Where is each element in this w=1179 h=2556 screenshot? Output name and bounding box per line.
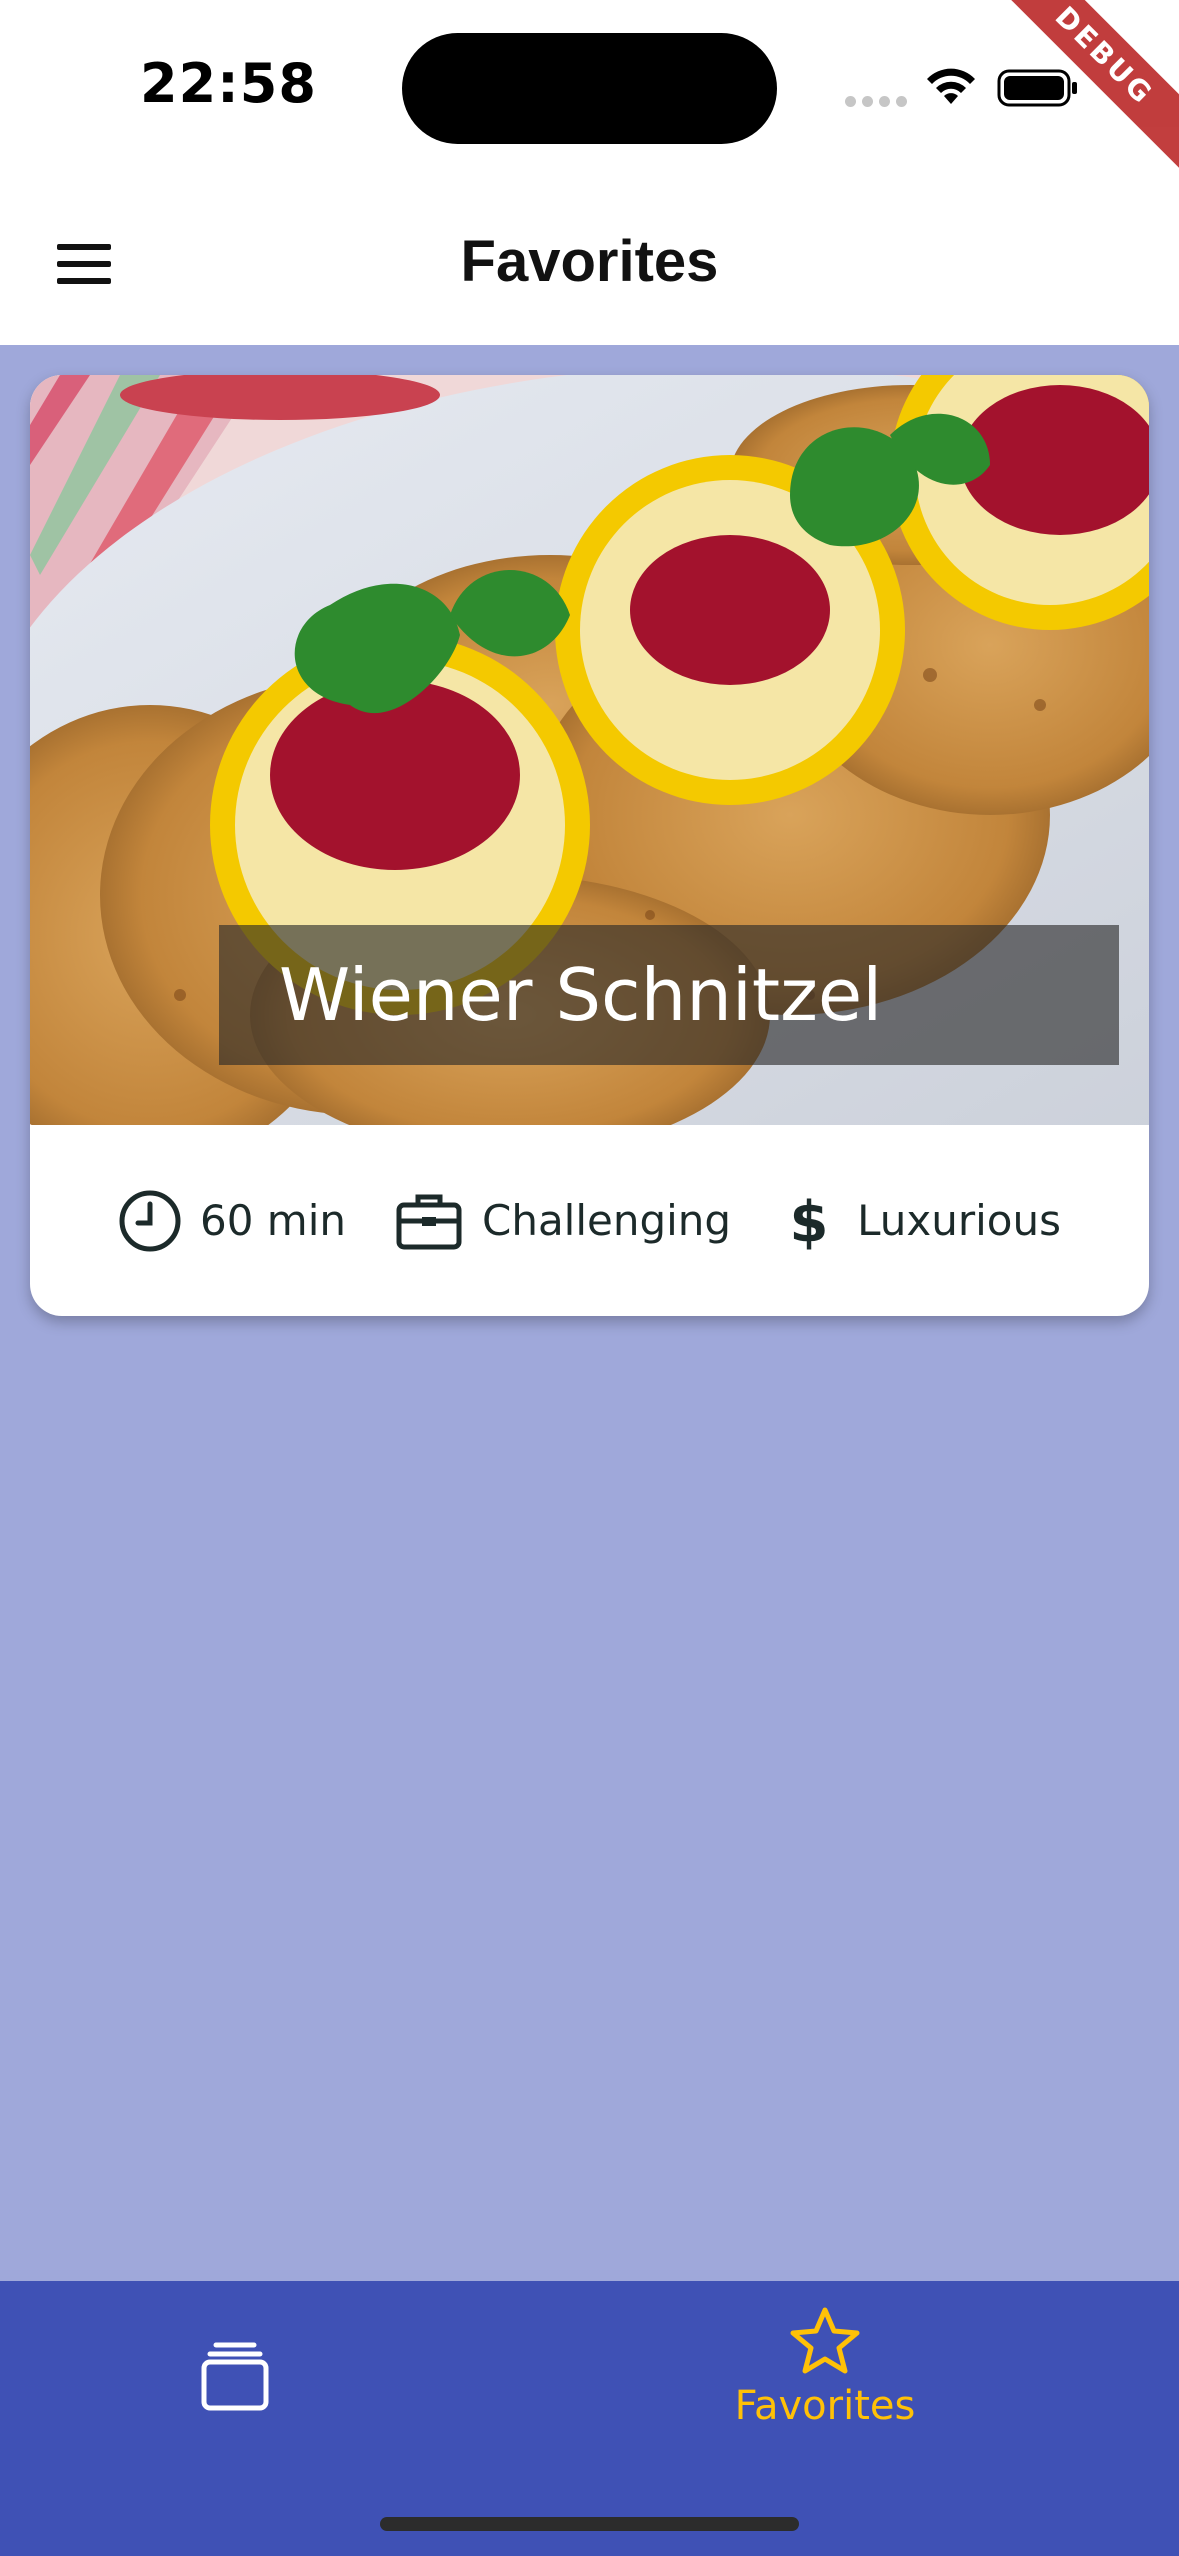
meal-title-overlay: Wiener Schnitzel <box>219 925 1119 1065</box>
meal-affordability: $ Luxurious <box>779 1189 1061 1253</box>
home-indicator[interactable] <box>380 2517 799 2531</box>
categories-icon <box>201 2342 269 2411</box>
page-title: Favorites <box>460 229 719 294</box>
nav-label-favorites: Favorites <box>734 2383 916 2429</box>
complexity-text: Challenging <box>482 1196 732 1245</box>
dynamic-island <box>402 33 777 144</box>
nav-item-favorites[interactable]: Favorites <box>700 2305 950 2455</box>
star-icon <box>790 2307 860 2374</box>
status-time: 22:58 <box>140 52 317 115</box>
meal-duration: 60 min <box>118 1189 346 1253</box>
svg-text:$: $ <box>790 1190 829 1253</box>
nav-item-categories[interactable] <box>160 2311 310 2441</box>
briefcase-icon <box>396 1194 462 1249</box>
battery-icon <box>997 69 1077 107</box>
cellular-signal-icon <box>845 96 907 107</box>
dollar-icon: $ <box>790 1190 829 1253</box>
top-area: 22:58 DEBUG Favorites <box>0 0 1179 345</box>
clock-icon <box>119 1190 181 1251</box>
meal-info-row: 60 min Challenging $ Luxurious <box>30 1125 1149 1316</box>
meal-complexity: Challenging <box>394 1189 731 1253</box>
meal-card[interactable]: Wiener Schnitzel 60 min Challenging $ Lu… <box>30 375 1149 1316</box>
meal-title: Wiener Schnitzel <box>279 953 883 1037</box>
duration-text: 60 min <box>200 1196 346 1245</box>
wifi-icon <box>927 68 975 104</box>
affordability-text: Luxurious <box>857 1196 1061 1245</box>
app-screen: 22:58 DEBUG Favorites Wiener Schnitzel 6… <box>0 0 1179 2556</box>
bottom-navigation-bar: Favorites <box>0 2281 1179 2556</box>
